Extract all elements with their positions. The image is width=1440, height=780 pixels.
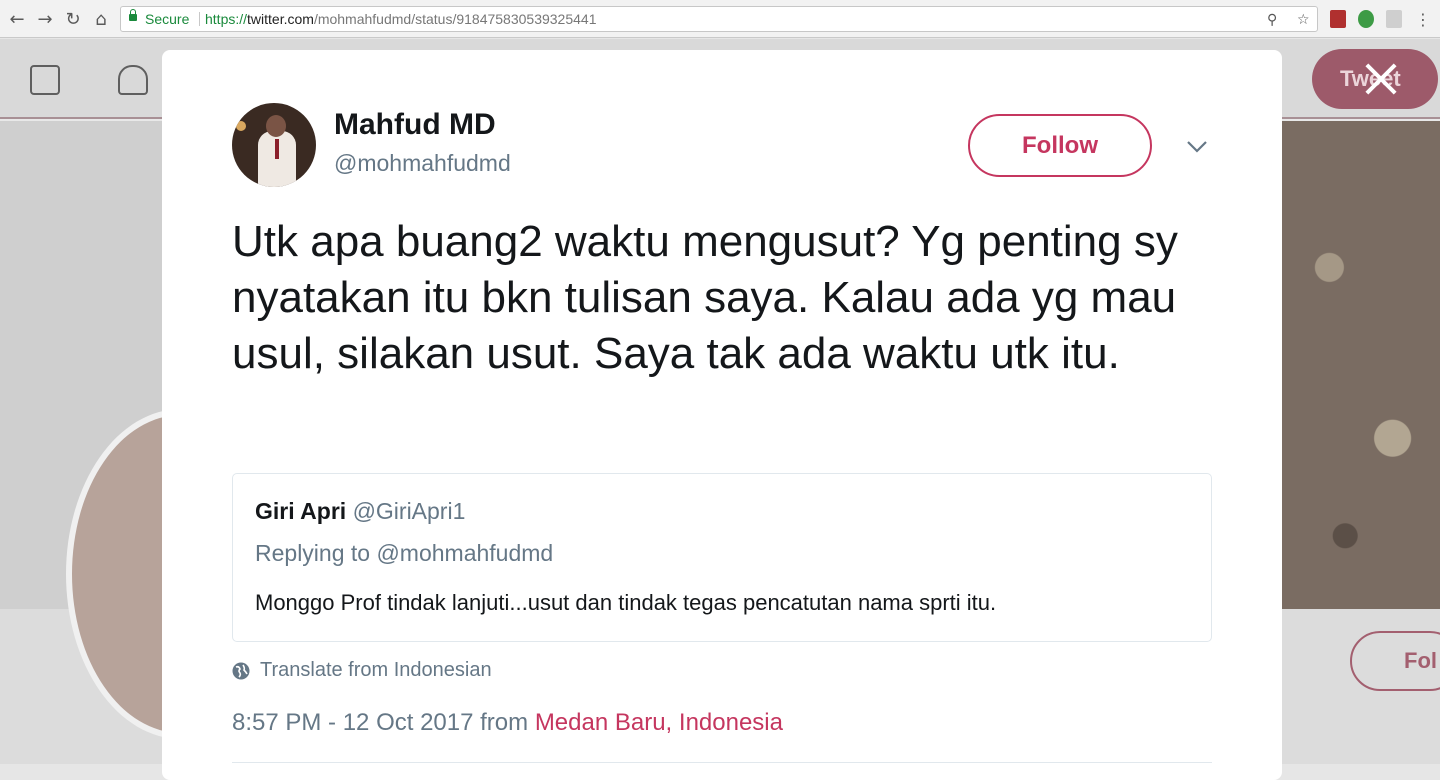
cover-image-pattern — [1282, 121, 1440, 609]
zoom-icon[interactable]: ⚲ — [1267, 8, 1277, 32]
quoted-text: Monggo Prof tindak lanjuti...usut dan ti… — [255, 590, 997, 615]
secure-label: Secure — [145, 11, 190, 27]
menu-icon[interactable]: ⋮ — [1412, 8, 1434, 30]
lock-icon — [129, 9, 137, 21]
tweet-metadata: 8:57 PM - 12 Oct 2017 from Medan Baru, I… — [232, 709, 783, 737]
author-handle[interactable]: @mohmahfudmd — [334, 150, 511, 177]
divider — [232, 762, 1212, 763]
home-icon — [30, 65, 60, 95]
forward-icon[interactable]: → — [34, 8, 56, 30]
back-icon[interactable]: ← — [6, 8, 28, 30]
author-name[interactable]: Mahfud MD — [334, 108, 496, 142]
close-icon[interactable] — [1364, 62, 1398, 96]
quoted-tweet[interactable]: Giri Apri @GiriApri1 Replying to @mohmah… — [232, 473, 1212, 642]
extension-shield-icon[interactable] — [1330, 10, 1346, 28]
quoted-author-handle: @GiriApri1 — [352, 498, 466, 524]
divider — [199, 12, 200, 26]
star-icon[interactable]: ☆ — [1297, 8, 1310, 32]
tweet-modal: Mahfud MD @mohmahfudmd Follow Utk apa bu… — [162, 50, 1282, 780]
quoted-header: Giri Apri @GiriApri1 — [255, 498, 465, 525]
translate-label: Translate from Indonesian — [260, 659, 492, 681]
globe-icon — [232, 662, 250, 679]
browser-toolbar: ← → ↻ ⌂ Secure https://twitter.com/mohma… — [0, 0, 1440, 38]
timestamp: 8:57 PM - 12 Oct 2017 from — [232, 709, 535, 736]
extension-green-icon[interactable] — [1358, 10, 1374, 28]
avatar[interactable] — [232, 103, 316, 187]
follow-button[interactable]: Follow — [968, 114, 1152, 177]
quoted-replying-to: Replying to @mohmahfudmd — [255, 540, 554, 566]
translate-link[interactable]: Translate from Indonesian — [232, 659, 492, 682]
reload-icon[interactable]: ↻ — [62, 8, 84, 30]
chevron-down-icon[interactable] — [1186, 135, 1208, 157]
background-follow-button[interactable]: Fol — [1350, 631, 1440, 691]
bell-icon — [118, 65, 148, 95]
home-icon[interactable]: ⌂ — [90, 8, 112, 30]
extension-off-icon[interactable] — [1386, 10, 1402, 28]
tweet-text: Utk apa buang2 waktu mengusut? Yg pentin… — [232, 217, 1178, 378]
url-text: https://twitter.com/mohmahfudmd/status/9… — [205, 11, 597, 27]
quoted-author-name: Giri Apri — [255, 498, 347, 524]
location-link[interactable]: Medan Baru, Indonesia — [535, 709, 783, 736]
address-bar[interactable]: Secure https://twitter.com/mohmahfudmd/s… — [120, 6, 1318, 32]
